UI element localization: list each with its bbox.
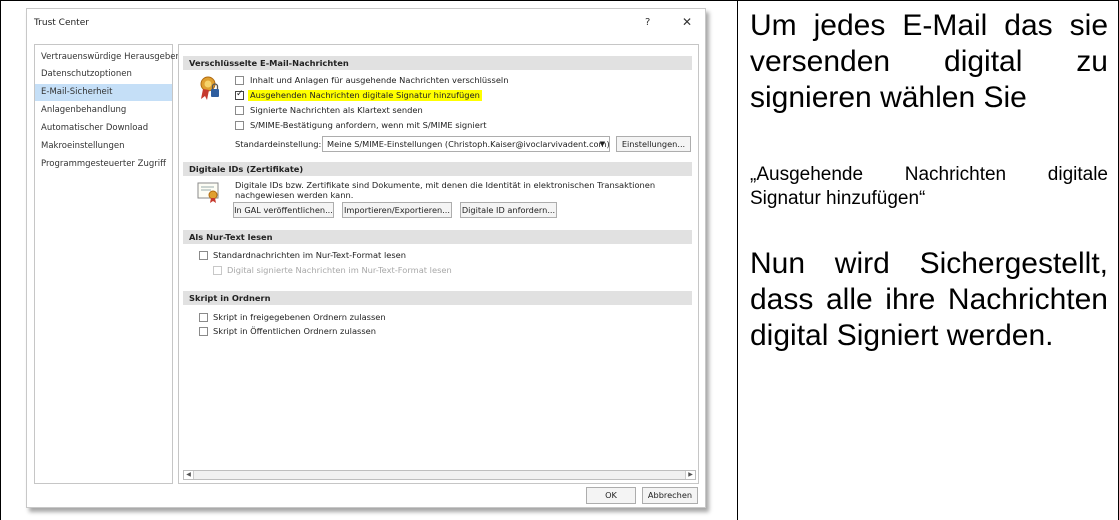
certificate-seal-icon — [200, 76, 219, 100]
instruction-intro: Um jedes E-Mail das sie versenden digita… — [750, 9, 1108, 114]
script-shared-folders-label: Skript in freigegebenen Ordnern zulassen — [213, 312, 386, 322]
sidebar: Vertrauenswürdige Herausgeber Datenschut… — [34, 44, 179, 484]
sidebar-item-automatic-download[interactable]: Automatischer Download — [35, 120, 172, 137]
content-panel: Verschlüsselte E-Mail-Nachrichten Inhalt… — [178, 44, 699, 484]
settings-button[interactable]: Einstellungen... — [616, 136, 691, 152]
send-clear-text-checkbox[interactable] — [235, 106, 244, 115]
sidebar-item-macro-settings[interactable]: Makroeinstellungen — [35, 138, 172, 155]
default-setting-select[interactable]: Meine S/MIME-Einstellungen (Christoph.Ka… — [322, 136, 610, 152]
sidebar-item-email-security[interactable]: E-Mail-Sicherheit — [35, 84, 172, 101]
sidebar-item-privacy-options[interactable]: Datenschutzoptionen — [35, 66, 172, 83]
section-header-script-folders: Skript in Ordnern — [183, 291, 692, 305]
scroll-right-icon[interactable]: ▶ — [685, 471, 695, 479]
digital-ids-description: Digitale IDs bzw. Zertifikate sind Dokum… — [235, 180, 656, 200]
cancel-button[interactable]: Abbrechen — [642, 487, 698, 504]
add-digital-signature-label: Ausgehenden Nachrichten digitale Signatu… — [248, 90, 482, 101]
horizontal-scrollbar[interactable]: ◀ ▶ — [183, 470, 696, 480]
read-plain-text-label: Standardnachrichten im Nur-Text-Format l… — [213, 250, 407, 260]
encrypt-content-checkbox[interactable] — [235, 76, 244, 85]
table-border-top — [0, 0, 1119, 1]
sidebar-item-attachment-handling[interactable]: Anlagenbehandlung — [35, 102, 172, 119]
section-header-digital-ids: Digitale IDs (Zertifikate) — [183, 162, 692, 176]
dialog-title: Trust Center — [34, 18, 89, 28]
section-header-encrypted-email: Verschlüsselte E-Mail-Nachrichten — [183, 56, 692, 70]
import-export-button[interactable]: Importieren/Exportieren... — [342, 202, 452, 218]
script-public-folders-label: Skript in Öffentlichen Ordnern zulassen — [213, 326, 377, 336]
smime-receipt-label: S/MIME-Bestätigung anfordern, wenn mit S… — [250, 120, 487, 130]
help-button[interactable]: ? — [645, 17, 650, 28]
instruction-result: Nun wird Sichergestellt, dass alle ihre … — [750, 247, 1108, 352]
read-plain-text-checkbox[interactable] — [199, 251, 208, 260]
read-signed-plain-text-label: Digital signierte Nachrichten im Nur-Tex… — [227, 265, 452, 275]
script-shared-folders-checkbox[interactable] — [199, 313, 208, 322]
read-signed-plain-text-checkbox[interactable] — [213, 266, 222, 275]
send-clear-text-label: Signierte Nachrichten als Klartext sende… — [250, 105, 423, 115]
smime-receipt-checkbox[interactable] — [235, 121, 244, 130]
chevron-down-icon: ▼ — [599, 140, 605, 148]
scroll-left-icon[interactable]: ◀ — [184, 471, 194, 479]
trust-center-dialog: Trust Center ? ✕ Vertrauenswürdige Herau… — [26, 8, 706, 508]
ok-button[interactable]: OK — [586, 487, 636, 504]
table-border-left — [0, 0, 1, 520]
close-icon[interactable]: ✕ — [682, 15, 692, 29]
encrypt-content-label: Inhalt und Anlagen für ausgehende Nachri… — [250, 75, 509, 85]
add-digital-signature-checkbox[interactable] — [235, 89, 244, 100]
table-column-divider — [737, 0, 738, 520]
section-header-plain-text: Als Nur-Text lesen — [183, 230, 692, 244]
request-digital-id-button[interactable]: Digitale ID anfordern... — [460, 202, 557, 218]
default-setting-value: Meine S/MIME-Einstellungen (Christoph.Ka… — [327, 139, 610, 149]
publish-gal-button[interactable]: In GAL veröffentlichen... — [233, 202, 334, 218]
instruction-quote: „Ausgehende Nachrichten digitale Signatu… — [750, 164, 1108, 209]
default-setting-label: Standardeinstellung: — [235, 139, 322, 149]
sidebar-item-trusted-publishers[interactable]: Vertrauenswürdige Herausgeber — [35, 49, 179, 66]
script-public-folders-checkbox[interactable] — [199, 327, 208, 336]
dialog-titlebar: Trust Center ? ✕ — [27, 9, 705, 41]
certificate-document-icon — [197, 182, 219, 203]
sidebar-item-programmatic-access[interactable]: Programmgesteuerter Zugriff — [35, 156, 172, 173]
